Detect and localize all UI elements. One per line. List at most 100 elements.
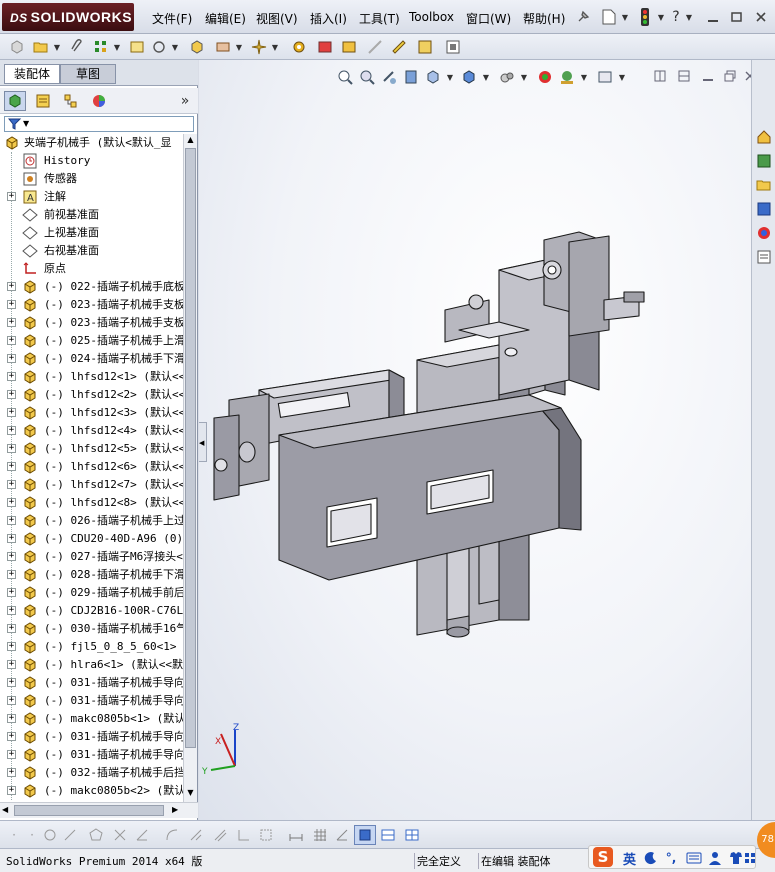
tree-expand-toggle[interactable]: + xyxy=(7,570,16,579)
tree-expand-toggle[interactable]: + xyxy=(7,768,16,777)
ime-punctuation-icon[interactable]: °, xyxy=(663,850,679,866)
appearances-icon[interactable] xyxy=(752,222,775,244)
tree-expand-toggle[interactable]: + xyxy=(7,390,16,399)
ime-keyboard-icon[interactable] xyxy=(685,850,703,866)
expand-panel-icon[interactable]: » xyxy=(176,91,194,111)
fastener-dropdown-icon[interactable]: ▼ xyxy=(234,41,244,53)
pin-icon[interactable] xyxy=(574,8,592,26)
tree-item[interactable]: + (-) lhfsd12<8> (默认<<默 xyxy=(0,494,183,512)
filter-dropdown-icon[interactable]: ▼ xyxy=(23,117,29,131)
tree-item[interactable]: + (-) 027-插端子M6浮接头< xyxy=(0,548,183,566)
tree-expand-toggle[interactable]: + xyxy=(7,300,16,309)
sketch-corner-icon[interactable] xyxy=(236,827,252,843)
tree-expand-toggle[interactable]: + xyxy=(7,750,16,759)
tree-item[interactable]: History xyxy=(0,152,183,170)
tree-item[interactable]: 右视基准面 xyxy=(0,242,183,260)
tree-item[interactable]: + (-) 029-插端子机械手前后 xyxy=(0,584,183,602)
sketch-circle-icon[interactable] xyxy=(42,827,58,843)
smart-fastener-icon[interactable] xyxy=(214,38,232,56)
tree-item[interactable]: + (-) lhfsd12<1> (默认<<默 xyxy=(0,368,183,386)
tree-expand-toggle[interactable]: + xyxy=(7,282,16,291)
sketch-dot-icon[interactable]: · xyxy=(24,827,40,843)
tree-item[interactable]: + (-) 023-插端子机械手支板 xyxy=(0,296,183,314)
dimension-icon[interactable] xyxy=(288,827,304,843)
tree-expand-toggle[interactable]: + xyxy=(7,534,16,543)
tree-item[interactable]: + (-) 031-插端子机械手导向 xyxy=(0,692,183,710)
tree-item[interactable]: + (-) 031-插端子机械手导向 xyxy=(0,746,183,764)
tree-item[interactable]: + (-) 023-插端子机械手支板 xyxy=(0,314,183,332)
scroll-up-arrow-icon[interactable]: ▲ xyxy=(185,135,196,147)
open-folder-icon[interactable] xyxy=(32,38,50,56)
tree-item[interactable]: + (-) 031-插端子机械手导向 xyxy=(0,728,183,746)
tree-item[interactable]: + (-) lhfsd12<2> (默认<<默 xyxy=(0,386,183,404)
tree-expand-toggle[interactable]: + xyxy=(7,354,16,363)
tab-assembly[interactable]: 装配体 xyxy=(4,64,60,84)
sketch-trim-icon[interactable] xyxy=(188,827,204,843)
tree-vertical-scrollbar[interactable]: ▲ ▼ xyxy=(183,134,197,802)
sketch-offset-icon[interactable] xyxy=(212,827,228,843)
tree-item[interactable]: + (-) lhfsd12<3> (默认<<默 xyxy=(0,404,183,422)
tab-sketch[interactable]: 草图 xyxy=(60,64,116,84)
sketch-cross-icon[interactable] xyxy=(112,827,128,843)
ime-moon-icon[interactable] xyxy=(643,850,659,866)
tree-item[interactable]: + (-) 022-插端子机械手底板 xyxy=(0,278,183,296)
tree-expand-toggle[interactable]: + xyxy=(7,516,16,525)
tree-expand-toggle[interactable]: + xyxy=(7,336,16,345)
cube-part-icon[interactable] xyxy=(8,38,26,56)
explode-icon[interactable] xyxy=(250,38,268,56)
restore-icon[interactable] xyxy=(728,8,746,26)
scroll-down-arrow-icon[interactable]: ▼ xyxy=(185,788,196,800)
tree-expand-toggle[interactable]: + xyxy=(7,642,16,651)
tree-root-assembly[interactable]: 夹端子机械手 (默认<默认_显 xyxy=(0,134,183,152)
tree-item[interactable]: + (-) 024-插端子机械手下滑 xyxy=(0,350,183,368)
ime-logo-icon[interactable]: S xyxy=(593,847,613,867)
ime-shirt-icon[interactable] xyxy=(727,850,743,866)
hide-dropdown-icon[interactable]: ▼ xyxy=(170,41,180,53)
solidworks-resources-icon[interactable] xyxy=(752,126,775,148)
menu-view[interactable]: 视图(V) xyxy=(256,10,298,27)
tree-item[interactable]: 原点 xyxy=(0,260,183,278)
tree-item[interactable]: + (-) lhfsd12<5> (默认<<默 xyxy=(0,440,183,458)
solidworks-logo[interactable]: DS SOLIDWORKS xyxy=(2,3,134,31)
ime-grid-icon[interactable] xyxy=(743,850,757,866)
clearance-icon[interactable] xyxy=(340,38,358,56)
tree-filter-input[interactable]: ▼ xyxy=(4,116,194,132)
property-manager-icon[interactable] xyxy=(32,91,54,111)
tree-scroll-thumb[interactable] xyxy=(185,148,196,748)
rebuild-dropdown-icon[interactable]: ▼ xyxy=(656,10,666,24)
new-dropdown-icon[interactable]: ▼ xyxy=(620,10,630,24)
tree-item[interactable]: + (-) makc0805b<2> (默认<< xyxy=(0,782,183,800)
tree-expand-toggle[interactable]: + xyxy=(7,462,16,471)
hide-show-icon[interactable] xyxy=(150,38,168,56)
tree-item[interactable]: + (-) 025-插端子机械手上滑 xyxy=(0,332,183,350)
tree-item[interactable]: + A 注解 xyxy=(0,188,183,206)
feature-manager-tree-icon[interactable] xyxy=(4,91,26,111)
tree-expand-toggle[interactable]: + xyxy=(7,624,16,633)
tree-item[interactable]: + (-) 026-插端子机械手上过 xyxy=(0,512,183,530)
sketch-polygon-icon[interactable] xyxy=(88,827,104,843)
tree-item[interactable]: + (-) 030-插端子机械手16气 xyxy=(0,620,183,638)
explode-dropdown-icon[interactable]: ▼ xyxy=(270,41,280,53)
new-document-icon[interactable] xyxy=(600,8,618,26)
tree-expand-toggle[interactable]: + xyxy=(7,552,16,561)
grid-icon[interactable] xyxy=(312,827,328,843)
tree-item[interactable]: + (-) CDJ2B16-100R-C76L(0 xyxy=(0,602,183,620)
sketch-line-icon[interactable] xyxy=(62,827,78,843)
menu-toolbox[interactable]: Toolbox xyxy=(409,10,454,24)
options-icon[interactable] xyxy=(444,38,462,56)
sketch-rect-icon[interactable] xyxy=(258,827,274,843)
view-split-horizontal-icon[interactable] xyxy=(380,827,396,843)
menu-help[interactable]: 帮助(H) xyxy=(523,10,565,27)
tree-horizontal-scrollbar[interactable]: ◀ ▶ xyxy=(0,802,198,818)
component-icon[interactable] xyxy=(128,38,146,56)
sketch-point-icon[interactable]: · xyxy=(6,827,22,843)
help-icon[interactable]: ? xyxy=(668,8,684,26)
tree-expand-toggle[interactable]: + xyxy=(7,606,16,615)
tree-expand-toggle[interactable]: + xyxy=(7,408,16,417)
menu-tools[interactable]: 工具(T) xyxy=(359,10,400,27)
tree-item[interactable]: + (-) lhfsd12<7> (默认<<默 xyxy=(0,476,183,494)
tree-expand-toggle[interactable]: + xyxy=(7,678,16,687)
tree-hscroll-thumb[interactable] xyxy=(14,805,164,816)
mass-properties-icon[interactable] xyxy=(416,38,434,56)
shaded-view-icon[interactable] xyxy=(354,825,376,845)
